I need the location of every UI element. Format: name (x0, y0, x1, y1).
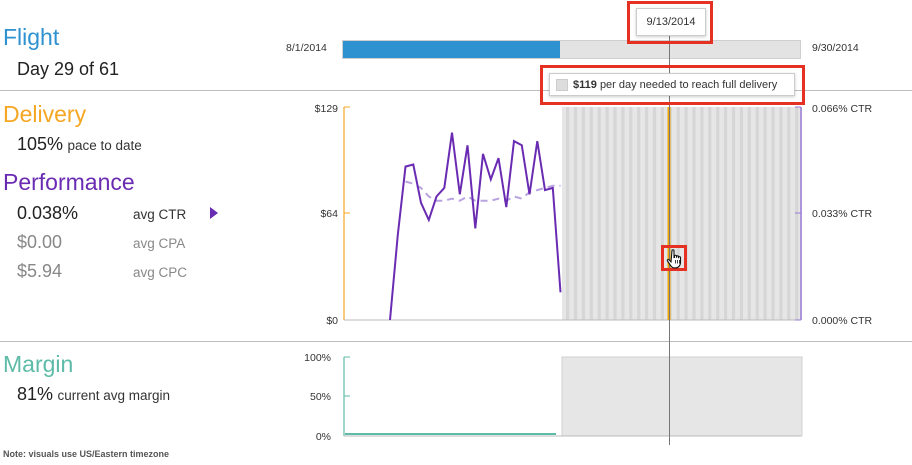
metric-cpa[interactable]: $0.00 avg CPA (17, 232, 217, 256)
flight-end-date: 9/30/2014 (812, 42, 859, 54)
day-column (779, 107, 783, 320)
y-left-tick-label: $0 (326, 315, 338, 327)
selected-arrow-icon (210, 207, 218, 219)
day-column (708, 107, 712, 320)
ctr-daily-line (389, 132, 562, 321)
margin-caption: current avg margin (57, 388, 171, 403)
day-column (613, 107, 617, 320)
day-column (645, 107, 649, 320)
date-tooltip-highlight: 9/13/2014 (627, 1, 713, 44)
delivery-needed-amount: $119 (573, 79, 597, 91)
delivery-pace: 105% pace to date (17, 134, 142, 155)
metric-cpc-value: $5.94 (17, 261, 63, 281)
y-right-tick-label: 0.066% CTR (812, 103, 873, 115)
day-column (573, 107, 578, 320)
delivery-needed-text: per day needed to reach full delivery (599, 79, 778, 91)
delivery-tooltip-highlight: $119 per day needed to reach full delive… (540, 65, 805, 105)
future-period-area (561, 356, 803, 437)
day-column (581, 107, 585, 320)
y-left-tick-label: $64 (320, 208, 338, 220)
day-column (629, 107, 633, 320)
day-column (763, 107, 767, 320)
swatch-icon (556, 79, 568, 92)
day-column (637, 107, 641, 320)
y-right-tick-label: 0.033% CTR (812, 208, 873, 220)
delivery-title: Delivery (3, 101, 87, 127)
day-column (589, 107, 593, 320)
flight-day-count: Day 29 of 61 (17, 59, 120, 79)
metric-cpc-label: avg CPC (133, 265, 188, 280)
day-column (597, 107, 601, 320)
day-column (684, 107, 688, 320)
margin-tick-label: 0% (316, 431, 331, 443)
margin-title: Margin (3, 351, 74, 377)
day-column (716, 107, 720, 320)
delivery-caption: pace to date (67, 138, 142, 153)
day-column (755, 107, 759, 320)
cursor-highlight (661, 245, 687, 271)
divider (0, 341, 912, 342)
flight-start-date: 8/1/2014 (286, 42, 327, 54)
day-column (731, 107, 736, 320)
margin-tick-label: 100% (304, 352, 331, 364)
metric-ctr[interactable]: 0.038% avg CTR (17, 203, 218, 227)
ctr-average-line (405, 180, 561, 202)
metric-cpa-label: avg CPA (133, 236, 186, 251)
day-column (605, 107, 609, 320)
performance-chart[interactable]: $129 $64 $0 0.066% CTR 0.033% CTR 0.000%… (300, 95, 912, 340)
timezone-note: Note: visuals use US/Eastern timezone (3, 449, 170, 459)
metric-cpa-value: $0.00 (17, 232, 63, 252)
y-right-tick-label: 0.000% CTR (812, 315, 873, 327)
delivery-value: 105% (17, 134, 64, 154)
day-column (771, 107, 775, 320)
margin-value: 81% (17, 384, 54, 404)
day-column (660, 107, 664, 320)
metric-ctr-value: 0.038% (17, 203, 79, 223)
day-column (700, 107, 704, 320)
margin-tick-label: 50% (310, 391, 331, 403)
y-left-tick-label: $129 (315, 103, 339, 115)
hand-cursor-icon (666, 249, 682, 269)
metric-cpc[interactable]: $5.94 avg CPC (17, 261, 217, 285)
flight-timeline-bar (342, 40, 801, 59)
margin-chart[interactable]: 100% 50% 0% (300, 345, 912, 445)
flight-progress-fill (343, 41, 561, 58)
day-column (566, 107, 570, 320)
day-column (692, 107, 696, 320)
day-column (787, 107, 791, 320)
flight-title: Flight (3, 24, 60, 50)
day-column (652, 107, 657, 320)
margin-summary: 81% current avg margin (17, 384, 170, 405)
delivery-tooltip: $119 per day needed to reach full delive… (549, 73, 795, 96)
day-column (676, 107, 680, 320)
performance-title: Performance (3, 169, 135, 195)
day-column (739, 107, 743, 320)
date-tooltip: 9/13/2014 (636, 8, 706, 36)
day-column (724, 107, 728, 320)
metric-ctr-label: avg CTR (133, 207, 187, 222)
day-column (621, 107, 625, 320)
day-column (747, 107, 751, 320)
